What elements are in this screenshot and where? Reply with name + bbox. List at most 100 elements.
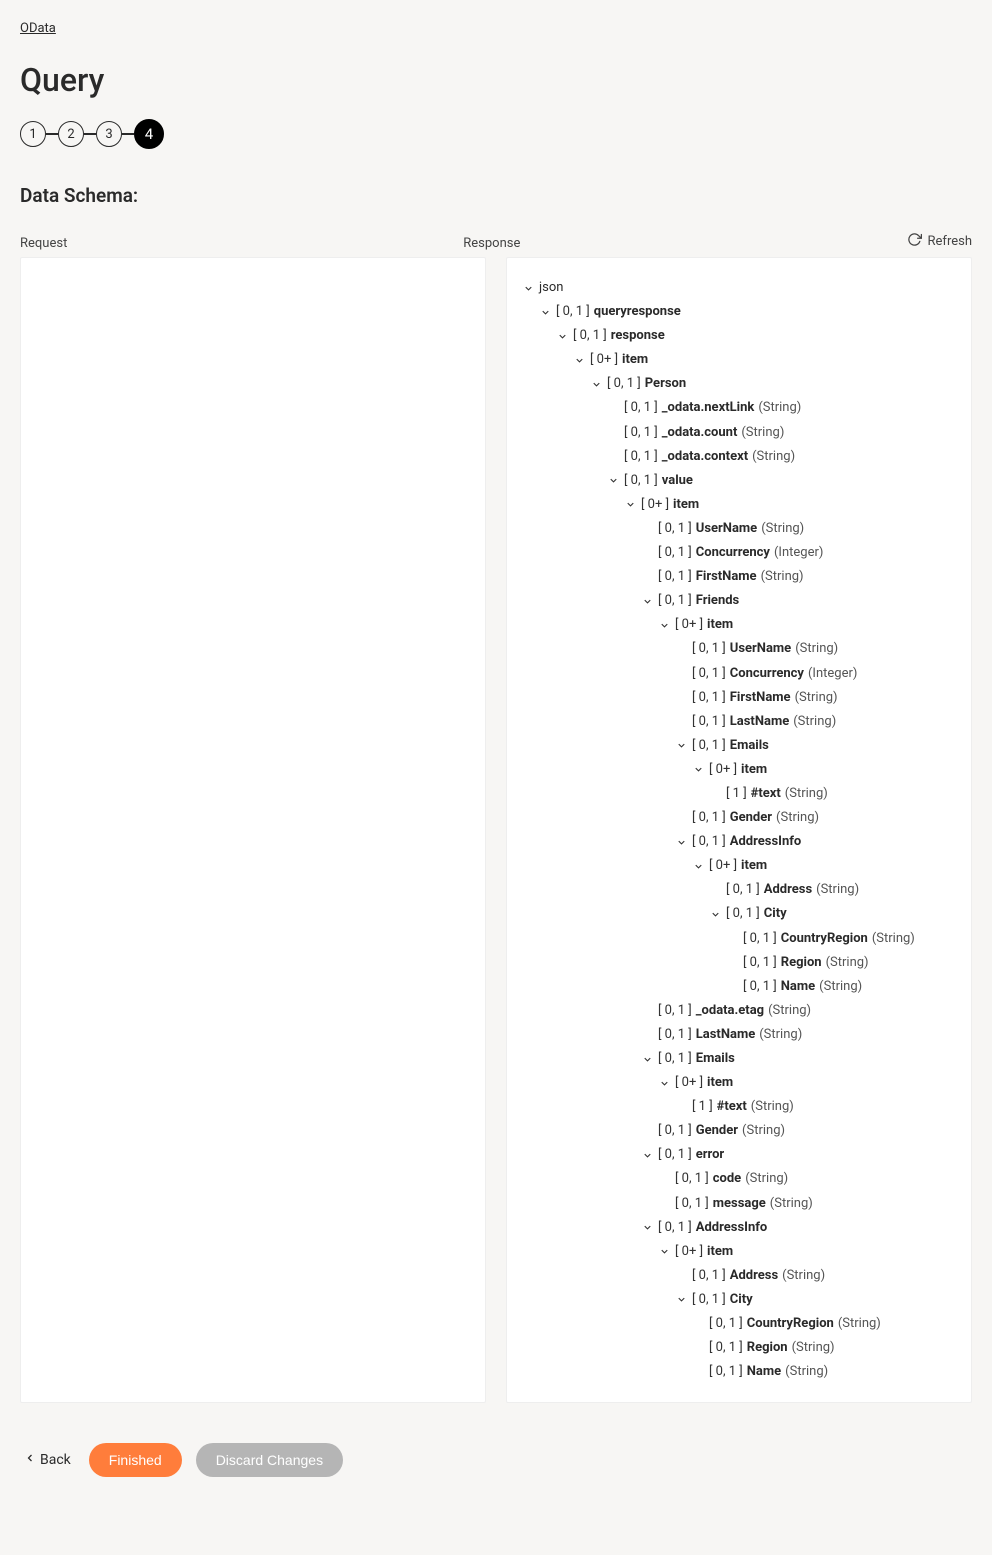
node-type: (String)	[768, 1000, 811, 1022]
chevron-down-icon[interactable]	[674, 1293, 688, 1307]
node-type: (String)	[782, 1265, 825, 1287]
chevron-down-icon[interactable]	[708, 907, 722, 921]
tree-node[interactable]: [ 0, 1 ] code (String)	[657, 1167, 957, 1191]
tree-node[interactable]: [ 0, 1 ] City	[674, 1288, 957, 1312]
tree-node[interactable]: [ 0, 1 ] Gender (String)	[674, 806, 957, 830]
node-name: Address	[730, 1265, 778, 1287]
chevron-down-icon[interactable]	[606, 474, 620, 488]
cardinality-label: [ 0, 1 ]	[709, 1361, 743, 1383]
step-connector	[84, 133, 96, 135]
chevron-down-icon[interactable]	[691, 763, 705, 777]
cardinality-label: [ 0+ ]	[641, 494, 669, 516]
chevron-down-icon[interactable]	[657, 1076, 671, 1090]
chevron-down-icon[interactable]	[555, 329, 569, 343]
tree-node[interactable]: [ 0, 1 ] Concurrency (Integer)	[674, 662, 957, 686]
tree-node[interactable]: json	[521, 276, 957, 300]
chevron-down-icon[interactable]	[589, 377, 603, 391]
chevron-down-icon[interactable]	[674, 835, 688, 849]
tree-node[interactable]: [ 0, 1 ] Address (String)	[674, 1264, 957, 1288]
discard-button[interactable]: Discard Changes	[196, 1443, 343, 1477]
node-name: LastName	[730, 711, 789, 733]
tree-node[interactable]: [ 0, 1 ] FirstName (String)	[640, 565, 957, 589]
tree-node[interactable]: [ 0, 1 ] queryresponse	[538, 300, 957, 324]
node-name: #text	[751, 783, 781, 805]
chevron-down-icon[interactable]	[674, 739, 688, 753]
request-label: Request	[20, 236, 443, 251]
tree-node[interactable]: [ 0, 1 ] City	[708, 902, 957, 926]
tree-node[interactable]: [ 0+ ] item	[572, 348, 957, 372]
node-type: (String)	[838, 1313, 881, 1335]
tree-node[interactable]: [ 0, 1 ] Emails	[674, 734, 957, 758]
tree-node[interactable]: [ 0, 1 ] _odata.nextLink (String)	[606, 396, 957, 420]
node-type: (String)	[819, 976, 862, 998]
cardinality-label: [ 0, 1 ]	[556, 301, 590, 323]
tree-node[interactable]: [ 0, 1 ] error	[640, 1143, 957, 1167]
node-type: (String)	[795, 687, 838, 709]
node-name: code	[713, 1168, 741, 1190]
tree-node[interactable]: [ 0+ ] item	[623, 493, 957, 517]
chevron-down-icon[interactable]	[691, 859, 705, 873]
node-type: (String)	[785, 783, 828, 805]
node-name: error	[696, 1144, 724, 1166]
node-type: (String)	[770, 1193, 813, 1215]
chevron-down-icon[interactable]	[657, 1245, 671, 1259]
refresh-button[interactable]: Refresh	[907, 232, 972, 251]
tree-node[interactable]: [ 0, 1 ] AddressInfo	[674, 830, 957, 854]
tree-node[interactable]: [ 0, 1 ] Region (String)	[725, 951, 957, 975]
tree-node[interactable]: [ 0, 1 ] _odata.context (String)	[606, 445, 957, 469]
tree-node[interactable]: [ 0, 1 ] Person	[589, 372, 957, 396]
tree-node[interactable]: [ 0+ ] item	[691, 758, 957, 782]
tree-node[interactable]: [ 0, 1 ] response	[555, 324, 957, 348]
tree-node[interactable]: [ 0+ ] item	[691, 854, 957, 878]
node-name: item	[622, 349, 648, 371]
tree-node[interactable]: [ 0, 1 ] FirstName (String)	[674, 686, 957, 710]
chevron-down-icon[interactable]	[521, 281, 535, 295]
step-2[interactable]: 2	[58, 121, 84, 147]
node-name: Gender	[730, 807, 772, 829]
node-type: (String)	[776, 807, 819, 829]
tree-node[interactable]: [ 0, 1 ] Name (String)	[691, 1360, 957, 1384]
chevron-down-icon[interactable]	[572, 353, 586, 367]
tree-node[interactable]: [ 0, 1 ] UserName (String)	[640, 517, 957, 541]
chevron-down-icon[interactable]	[640, 1221, 654, 1235]
tree-node[interactable]: [ 0, 1 ] Concurrency (Integer)	[640, 541, 957, 565]
tree-node[interactable]: [ 1 ] #text (String)	[708, 782, 957, 806]
tree-node[interactable]: [ 0, 1 ] Gender (String)	[640, 1119, 957, 1143]
tree-node[interactable]: [ 0, 1 ] Address (String)	[708, 878, 957, 902]
chevron-down-icon[interactable]	[640, 594, 654, 608]
cardinality-label: [ 0, 1 ]	[692, 663, 726, 685]
cardinality-label: [ 0, 1 ]	[607, 373, 641, 395]
tree-node[interactable]: [ 0, 1 ] message (String)	[657, 1192, 957, 1216]
tree-node[interactable]: [ 0, 1 ] LastName (String)	[674, 710, 957, 734]
step-4[interactable]: 4	[134, 119, 164, 149]
node-type: (String)	[752, 446, 795, 468]
step-3[interactable]: 3	[96, 121, 122, 147]
tree-node[interactable]: [ 0, 1 ] _odata.etag (String)	[640, 999, 957, 1023]
tree-node[interactable]: [ 0, 1 ] Friends	[640, 589, 957, 613]
tree-node[interactable]: [ 0+ ] item	[657, 1240, 957, 1264]
tree-node[interactable]: [ 0, 1 ] UserName (String)	[674, 637, 957, 661]
tree-node[interactable]: [ 0, 1 ] value	[606, 469, 957, 493]
tree-node[interactable]: [ 0, 1 ] AddressInfo	[640, 1216, 957, 1240]
chevron-down-icon[interactable]	[640, 1148, 654, 1162]
chevron-down-icon[interactable]	[640, 1052, 654, 1066]
chevron-down-icon[interactable]	[538, 305, 552, 319]
tree-node[interactable]: [ 0, 1 ] Region (String)	[691, 1336, 957, 1360]
tree-node[interactable]: [ 0, 1 ] CountryRegion (String)	[725, 927, 957, 951]
tree-node[interactable]: [ 0, 1 ] CountryRegion (String)	[691, 1312, 957, 1336]
tree-node[interactable]: [ 1 ] #text (String)	[674, 1095, 957, 1119]
tree-node[interactable]: [ 0, 1 ] LastName (String)	[640, 1023, 957, 1047]
tree-node[interactable]: [ 0+ ] item	[657, 1071, 957, 1095]
cardinality-label: [ 0, 1 ]	[658, 1000, 692, 1022]
step-1[interactable]: 1	[20, 121, 46, 147]
tree-node[interactable]: [ 0, 1 ] Name (String)	[725, 975, 957, 999]
tree-node[interactable]: [ 0+ ] item	[657, 613, 957, 637]
breadcrumb[interactable]: OData	[20, 21, 56, 36]
chevron-down-icon[interactable]	[623, 498, 637, 512]
tree-node[interactable]: [ 0, 1 ] Emails	[640, 1047, 957, 1071]
back-button[interactable]: Back	[20, 1446, 75, 1474]
chevron-down-icon[interactable]	[657, 618, 671, 632]
node-name: Concurrency	[730, 663, 804, 685]
finished-button[interactable]: Finished	[89, 1443, 182, 1477]
tree-node[interactable]: [ 0, 1 ] _odata.count (String)	[606, 421, 957, 445]
